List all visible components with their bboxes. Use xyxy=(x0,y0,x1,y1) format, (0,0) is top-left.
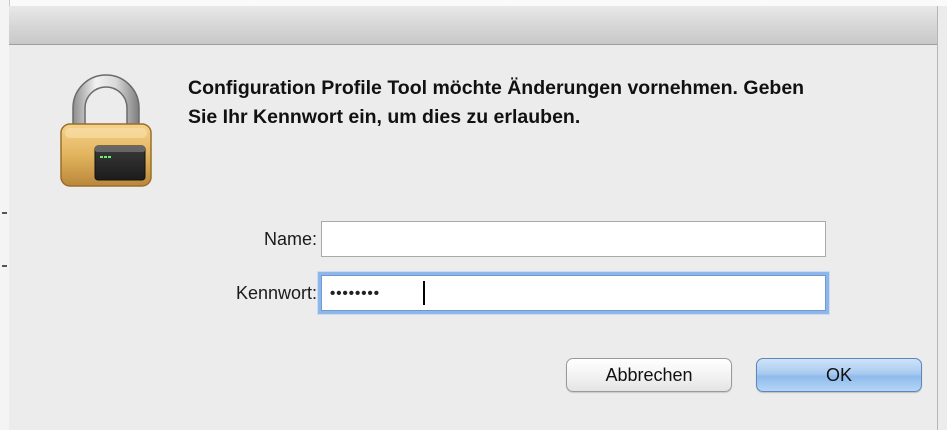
text-caret xyxy=(423,281,425,305)
cancel-button[interactable]: Abbrechen xyxy=(566,358,732,392)
name-label: Name: xyxy=(263,229,317,249)
password-row: Kennwort: xyxy=(9,275,937,315)
lock-icon xyxy=(51,70,161,190)
name-row: Name: xyxy=(9,221,937,261)
background-mark xyxy=(2,265,7,267)
dialog-message: Configuration Profile Tool möchte Änderu… xyxy=(188,77,805,128)
authentication-dialog: Configuration Profile Tool möchte Änderu… xyxy=(9,6,938,430)
background-mark xyxy=(2,212,7,214)
screen: Configuration Profile Tool möchte Änderu… xyxy=(0,0,947,430)
name-input[interactable] xyxy=(321,221,826,257)
ok-button[interactable]: OK xyxy=(756,358,922,392)
dialog-titlebar[interactable] xyxy=(9,6,937,45)
password-input[interactable] xyxy=(321,275,826,311)
password-label: Kennwort: xyxy=(235,283,317,303)
